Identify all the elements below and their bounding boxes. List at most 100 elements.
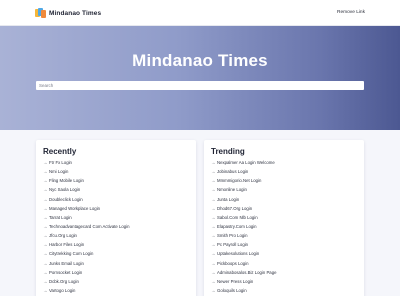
arrow-right-icon: →	[211, 233, 216, 239]
list-item-link[interactable]: Newer Press Login	[217, 279, 253, 284]
top-navbar: Mindanao Times Remove Link	[0, 0, 400, 26]
arrow-right-icon: →	[211, 288, 216, 294]
recently-card: Recently → Ftr Fx Login → Nmi Login → Fling M…	[36, 140, 196, 296]
arrow-right-icon: →	[211, 160, 216, 166]
list-item-link[interactable]: Mmmmigorio.Net Login	[217, 178, 261, 183]
list-item-link[interactable]: Elapastry.Com Login	[217, 224, 257, 229]
list-item[interactable]: → Sabol.Com Nlb Login	[211, 213, 276, 222]
list-item-link[interactable]: Sabol.Com Nlb Login	[217, 215, 258, 220]
list-item-link[interactable]: Junks Email Login	[49, 261, 84, 266]
list-item[interactable]: → Jobinabus Login	[211, 167, 276, 176]
list-item-link[interactable]: Pc Payroll Login	[217, 242, 248, 247]
list-item[interactable]: → Pc Payroll Login	[211, 240, 276, 249]
arrow-right-icon: →	[43, 251, 48, 257]
list-item[interactable]: → Citytrekking Com Login	[43, 249, 130, 258]
list-item-link[interactable]: Citytrekking Com Login	[49, 251, 93, 256]
list-item[interactable]: → Nmonline Login	[211, 185, 276, 194]
list-item[interactable]: → Elapastry.Com Login	[211, 222, 276, 231]
recently-title: Recently	[43, 147, 77, 156]
hero-title: Mindanao Times	[132, 51, 268, 70]
list-item[interactable]: → Doubleclick Login	[43, 195, 130, 204]
arrow-right-icon: →	[211, 278, 216, 284]
list-item[interactable]: → Tarrat Login	[43, 213, 130, 222]
list-item[interactable]: → Newer Press Login	[211, 277, 276, 286]
list-item[interactable]: → Nmi Login	[43, 167, 130, 176]
list-item-link[interactable]: Dcbk.Org Login	[49, 279, 79, 284]
list-item-link[interactable]: Junta Login	[217, 197, 239, 202]
list-item-link[interactable]: Goloquils Login	[217, 288, 247, 293]
list-item-link[interactable]: Dhod67.Org Login	[217, 206, 252, 211]
list-item-link[interactable]: Nmi Login	[49, 169, 68, 174]
list-item[interactable]: → Goloquils Login	[211, 286, 276, 295]
list-item[interactable]: → Smith Pro Login	[211, 231, 276, 240]
arrow-right-icon: →	[43, 288, 48, 294]
list-item[interactable]: → Uptakesolutions Login	[211, 249, 276, 258]
arrow-right-icon: →	[43, 205, 48, 211]
list-item-link[interactable]: Pickboops Login	[217, 261, 249, 266]
list-item-link[interactable]: Doubleclick Login	[49, 197, 83, 202]
arrow-right-icon: →	[43, 187, 48, 193]
list-item[interactable]: → Dcbk.Org Login	[43, 277, 130, 286]
list-item-link[interactable]: Tarrat Login	[49, 215, 72, 220]
list-item-link[interactable]: Jfcu.Org Login	[49, 233, 77, 238]
arrow-right-icon: →	[43, 178, 48, 184]
list-item-link[interactable]: Nyc Saola Login	[49, 187, 80, 192]
list-item[interactable]: → Adminabosalos.Biz Login Page	[211, 268, 276, 277]
list-item[interactable]: → Pornsocket Login	[43, 268, 130, 277]
arrow-right-icon: →	[211, 196, 216, 202]
list-item[interactable]: → Junks Email Login	[43, 259, 130, 268]
search-input[interactable]	[36, 81, 364, 90]
arrow-right-icon: →	[211, 242, 216, 248]
list-item-link[interactable]: Technoadvantagecard Com Activate Login	[49, 224, 130, 229]
list-item[interactable]: → Vartogo Login	[43, 286, 130, 295]
list-item[interactable]: → Harbor Files Login	[43, 240, 130, 249]
list-item[interactable]: → Fling Mobile Login	[43, 176, 130, 185]
arrow-right-icon: →	[43, 214, 48, 220]
arrow-right-icon: →	[43, 278, 48, 284]
site-logo[interactable]: Mindanao Times	[35, 7, 101, 19]
list-item[interactable]: → Ftr Fx Login	[43, 158, 130, 167]
list-item[interactable]: → Nexpalmer Aa Login Welcome	[211, 158, 276, 167]
list-item[interactable]: → Mmmmigorio.Net Login	[211, 176, 276, 185]
arrow-right-icon: →	[211, 187, 216, 193]
list-item[interactable]: → Managed Workplace Login	[43, 204, 130, 213]
arrow-right-icon: →	[43, 160, 48, 166]
list-item-link[interactable]: Jobinabus Login	[217, 169, 248, 174]
list-item-link[interactable]: Adminabosalos.Biz Login Page	[217, 270, 276, 275]
arrow-right-icon: →	[43, 233, 48, 239]
arrow-right-icon: →	[43, 169, 48, 175]
arrow-right-icon: →	[43, 224, 48, 230]
remove-link[interactable]: Remove Link	[337, 10, 365, 15]
arrow-right-icon: →	[211, 269, 216, 275]
list-item[interactable]: → Technoadvantagecard Com Activate Login	[43, 222, 130, 231]
list-item-link[interactable]: Pornsocket Login	[49, 270, 82, 275]
list-item-link[interactable]: Uptakesolutions Login	[217, 251, 259, 256]
list-item-link[interactable]: Smith Pro Login	[217, 233, 248, 238]
arrow-right-icon: →	[211, 169, 216, 175]
arrow-right-icon: →	[211, 224, 216, 230]
arrow-right-icon: →	[211, 178, 216, 184]
trending-list: → Nexpalmer Aa Login Welcome → Jobinabus Lo…	[211, 158, 276, 295]
arrow-right-icon: →	[211, 214, 216, 220]
list-item-link[interactable]: Harbor Files Login	[49, 242, 84, 247]
list-item-link[interactable]: Nexpalmer Aa Login Welcome	[217, 160, 275, 165]
list-item-link[interactable]: Nmonline Login	[217, 187, 247, 192]
arrow-right-icon: →	[43, 269, 48, 275]
arrow-right-icon: →	[211, 260, 216, 266]
logo-text: Mindanao Times	[49, 9, 102, 17]
recently-list: → Ftr Fx Login → Nmi Login → Fling Mobile Log…	[43, 158, 130, 295]
trending-title: Trending	[211, 147, 245, 156]
arrow-right-icon: →	[43, 196, 48, 202]
list-item[interactable]: → Jfcu.Org Login	[43, 231, 130, 240]
list-item-link[interactable]: Ftr Fx Login	[49, 160, 72, 165]
list-item-link[interactable]: Vartogo Login	[49, 288, 75, 293]
list-item-link[interactable]: Managed Workplace Login	[49, 206, 100, 211]
list-item[interactable]: → Nyc Saola Login	[43, 185, 130, 194]
list-item[interactable]: → Pickboops Login	[211, 259, 276, 268]
arrow-right-icon: →	[43, 242, 48, 248]
list-item-link[interactable]: Fling Mobile Login	[49, 178, 84, 183]
list-item[interactable]: → Dhod67.Org Login	[211, 204, 276, 213]
list-item[interactable]: → Junta Login	[211, 195, 276, 204]
hero-banner: Mindanao Times	[0, 26, 400, 130]
arrow-right-icon: →	[211, 205, 216, 211]
